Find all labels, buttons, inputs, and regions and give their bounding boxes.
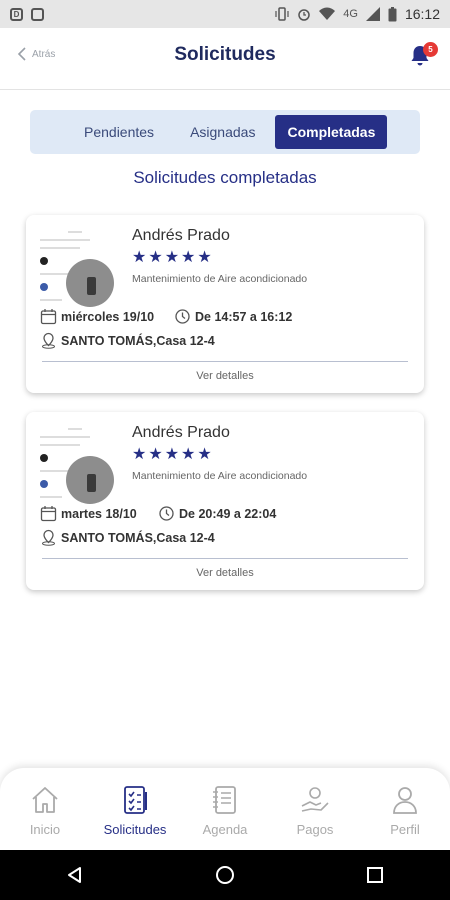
payment-icon (301, 787, 329, 812)
page-title: Solicitudes (174, 44, 276, 65)
service-type: Mantenimiento de Aire acondicionado (132, 273, 308, 285)
photo-line (40, 239, 90, 241)
time-row: De 20:49 a 22:04 (158, 505, 276, 522)
photo-line (68, 428, 82, 430)
nav-label: Solicitudes (103, 822, 167, 837)
clock: 16:12 (404, 6, 440, 22)
photo-line (40, 299, 62, 301)
nav-label: Agenda (202, 822, 248, 837)
nav-perfil[interactable]: Perfil (360, 768, 450, 850)
request-card[interactable]: Andrés Prado ★★★★★ Mantenimiento de Aire… (26, 412, 424, 590)
provider-photo (38, 229, 128, 317)
request-status-tabs: Pendientes Asignadas Completadas (30, 110, 420, 154)
address-row: SANTO TOMÁS,Casa 12-4 (40, 332, 215, 349)
status-right: 4G 16:12 (275, 6, 440, 22)
home-circle-icon[interactable] (215, 865, 235, 885)
tab-asignadas[interactable]: Asignadas (178, 115, 267, 149)
status-left: D (10, 7, 44, 21)
notebook-icon (213, 786, 236, 814)
calendar-icon (40, 506, 57, 522)
nav-inicio[interactable]: Inicio (0, 768, 90, 850)
nav-solicitudes[interactable]: Solicitudes (90, 768, 180, 850)
image-notification-icon (31, 7, 44, 21)
photo-line (40, 470, 70, 472)
battery-icon (388, 6, 397, 21)
nav-label: Perfil (390, 822, 420, 837)
nav-label: Inicio (29, 822, 61, 837)
request-date: martes 18/10 (61, 506, 137, 521)
date-row: miércoles 19/10 (40, 308, 154, 325)
status-bar: D 4G 16:12 (0, 0, 450, 28)
bottom-navigation: Inicio Solicitudes Agenda Pagos Perfil (0, 768, 450, 850)
service-type: Mantenimiento de Aire acondicionado (132, 470, 308, 482)
rating-stars: ★★★★★ (132, 446, 214, 463)
tab-completadas[interactable]: Completadas (275, 115, 388, 149)
photo-dot (40, 257, 48, 265)
photo-dot (40, 454, 48, 462)
clock-icon (159, 506, 174, 521)
request-time: De 20:49 a 22:04 (179, 506, 277, 521)
tab-pendientes[interactable]: Pendientes (72, 115, 166, 149)
signal-icon (365, 7, 380, 21)
provider-name: Andrés Prado (132, 424, 230, 441)
address-row: SANTO TOMÁS,Casa 12-4 (40, 529, 215, 546)
request-time: De 14:57 a 16:12 (195, 309, 293, 324)
photo-line (68, 231, 82, 233)
location-icon (42, 529, 55, 546)
view-details-button[interactable]: Ver detalles (26, 567, 424, 579)
home-icon (32, 787, 58, 813)
recents-square-icon[interactable] (365, 865, 385, 885)
avatar (66, 259, 114, 307)
request-date: miércoles 19/10 (61, 309, 155, 324)
notification-badge: 5 (423, 42, 438, 57)
rating-stars: ★★★★★ (132, 249, 214, 266)
app-header: Atrás Solicitudes 5 (0, 28, 450, 90)
provider-photo (38, 426, 128, 514)
view-details-button[interactable]: Ver detalles (26, 370, 424, 382)
request-address: SANTO TOMÁS,Casa 12-4 (61, 530, 215, 545)
notification-app-icon: D (10, 7, 23, 21)
card-divider (42, 361, 408, 362)
section-title: Solicitudes completadas (133, 168, 317, 187)
photo-dot (40, 283, 48, 291)
photo-line (40, 247, 80, 249)
checklist-icon (124, 786, 147, 814)
vibrate-icon (275, 7, 289, 21)
nav-agenda[interactable]: Agenda (180, 768, 270, 850)
user-icon (393, 787, 417, 814)
system-navigation-bar (0, 850, 450, 900)
nav-label: Pagos (296, 822, 334, 837)
avatar (66, 456, 114, 504)
request-address: SANTO TOMÁS,Casa 12-4 (61, 333, 215, 348)
location-icon (42, 332, 55, 349)
date-row: martes 18/10 (40, 505, 137, 522)
provider-name: Andrés Prado (132, 227, 230, 244)
photo-line (40, 273, 70, 275)
photo-line (40, 496, 62, 498)
photo-line (40, 444, 80, 446)
back-triangle-icon[interactable] (65, 865, 85, 885)
calendar-icon (40, 309, 57, 325)
network-type: 4G (343, 8, 358, 20)
photo-dot (40, 480, 48, 488)
wifi-icon (319, 7, 336, 20)
request-card[interactable]: Andrés Prado ★★★★★ Mantenimiento de Aire… (26, 215, 424, 393)
photo-line (40, 436, 90, 438)
clock-icon (175, 309, 190, 324)
nav-pagos[interactable]: Pagos (270, 768, 360, 850)
time-row: De 14:57 a 16:12 (174, 308, 292, 325)
card-divider (42, 558, 408, 559)
alarm-icon (298, 9, 311, 21)
